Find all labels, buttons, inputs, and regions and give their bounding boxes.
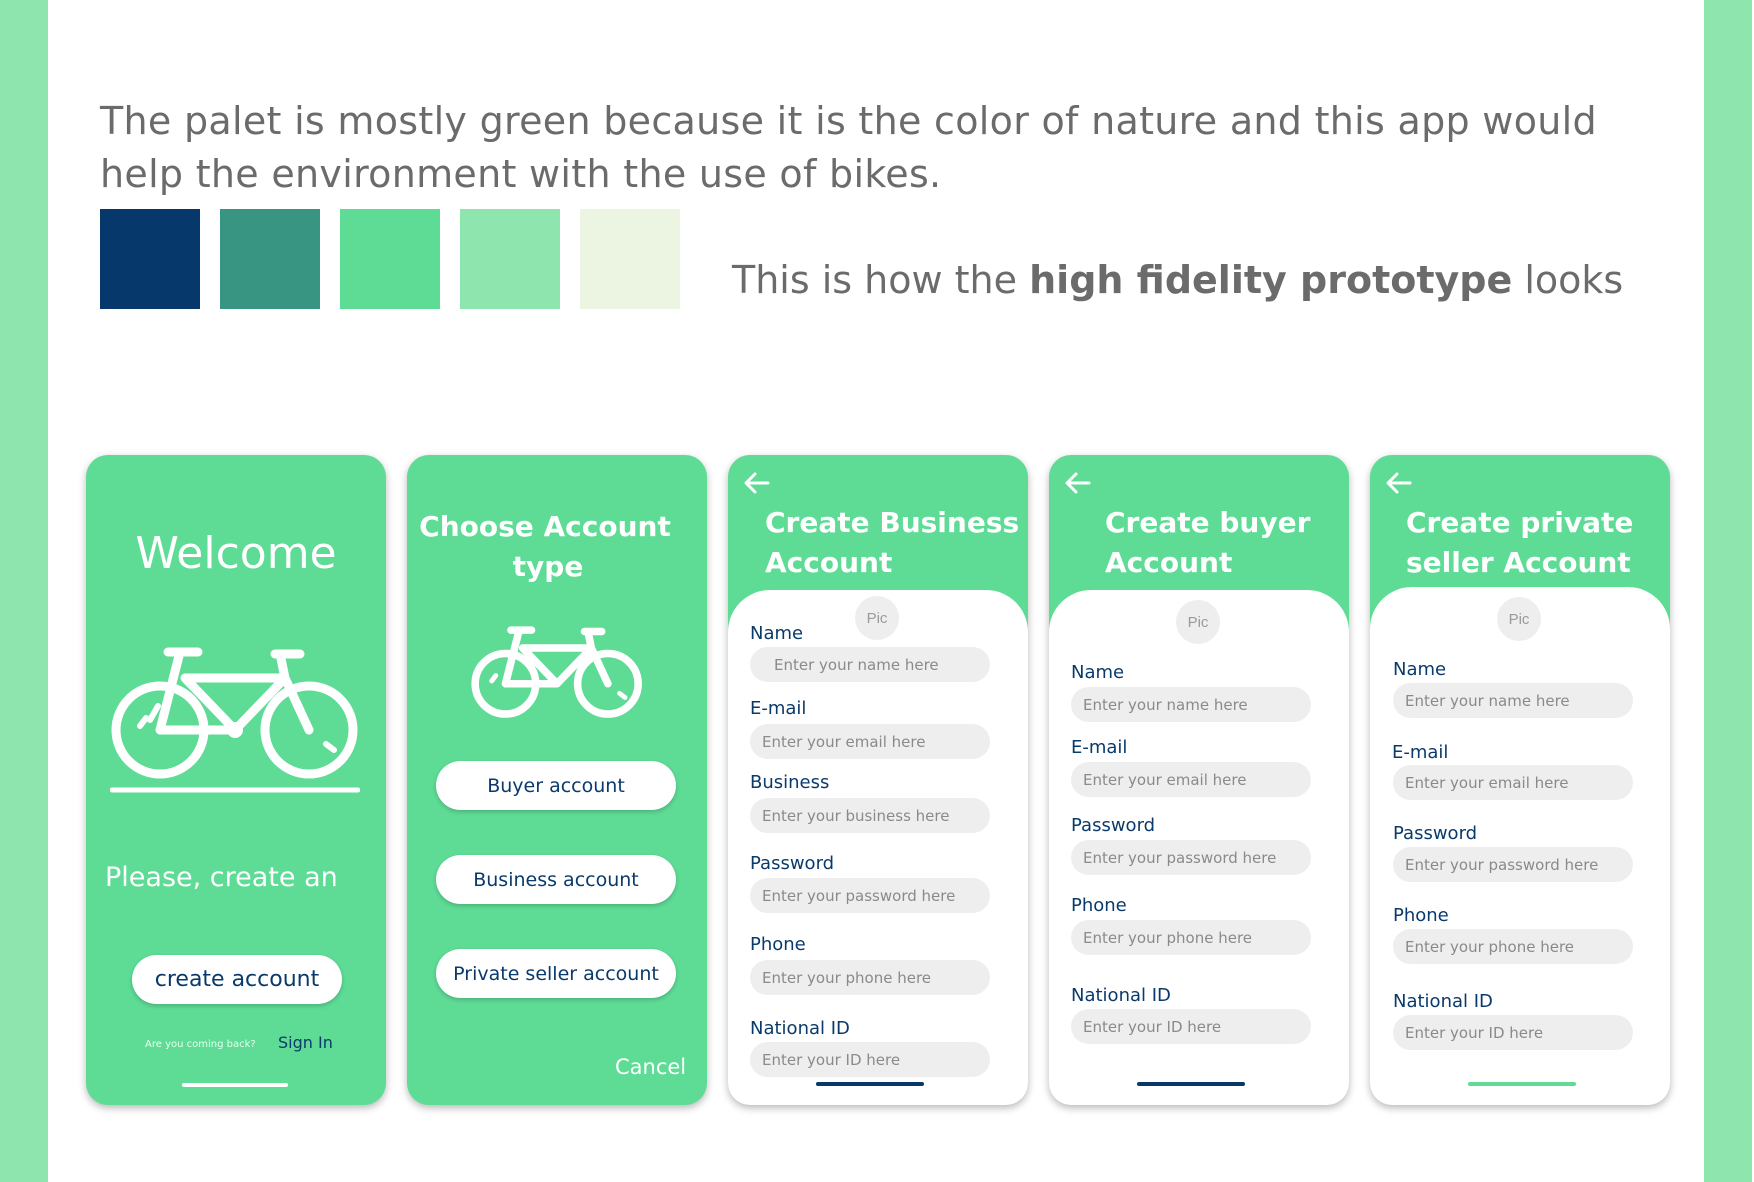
national-id-field[interactable] [1071,1009,1311,1044]
phone-field[interactable] [1393,929,1633,964]
business-form-title: Create Business Account [765,503,1019,583]
caption-start: This is how the [732,258,1030,302]
welcome-subtitle: Please, create an [105,862,338,893]
palette-swatch-1 [100,209,200,309]
email-label: E-mail [1392,742,1449,763]
phone-field[interactable] [1071,920,1311,955]
intro-text: The palet is mostly green because it is … [100,99,1597,196]
welcome-screen: Welcome Please, create an create account… [86,455,386,1105]
caption-bold: high fidelity prototype [1029,258,1513,302]
right-accent-bar [1704,0,1752,1182]
phone-field[interactable] [750,960,990,995]
bicycle-icon [110,647,360,793]
bicycle-icon [471,626,642,718]
seller-form-title: Create private seller Account [1406,503,1633,583]
left-accent-bar [0,0,48,1182]
name-field[interactable] [1071,687,1311,722]
national-id-field[interactable] [750,1042,990,1077]
palette-swatch-3 [340,209,440,309]
choose-title-line2: type [512,550,584,583]
name-field[interactable] [1393,683,1633,718]
buyer-form-card: Pic Name E-mail Password Phone National … [1049,590,1349,1105]
national-id-label: National ID [750,1018,850,1039]
create-seller-screen: Create private seller Account Pic Name E… [1370,455,1670,1105]
buyer-title-line1: Create buyer [1105,506,1311,539]
password-field[interactable] [750,878,990,913]
home-indicator [1137,1082,1245,1086]
password-label: Password [1071,815,1156,836]
prototype-caption: This is how the high fidelity prototype … [732,258,1623,302]
phone-label: Phone [1071,895,1127,916]
buyer-form-title: Create buyer Account [1105,503,1310,583]
profile-pic-placeholder[interactable]: Pic [855,596,899,640]
private-seller-account-button[interactable]: Private seller account [436,949,676,998]
palette-swatch-5 [580,209,680,309]
create-business-screen: Create Business Account Pic Name E-mail … [728,455,1028,1105]
seller-title-line1: Create private [1406,506,1634,539]
password-field[interactable] [1071,840,1311,875]
create-buyer-screen: Create buyer Account Pic Name E-mail Pas… [1049,455,1349,1105]
home-indicator [182,1083,288,1087]
name-label: Name [750,623,804,644]
business-form-card: Pic Name E-mail Business Password Phone … [728,590,1028,1105]
palette-swatch-4 [460,209,560,309]
business-title-line2: Account [765,546,893,579]
email-field[interactable] [1393,765,1633,800]
email-field[interactable] [750,724,990,759]
business-title-line1: Create Business [765,506,1020,539]
name-label: Name [1393,659,1447,680]
coming-back-text: Are you coming back? [145,1039,256,1050]
email-field[interactable] [1071,762,1311,797]
create-account-button[interactable]: create account [132,955,342,1004]
email-label: E-mail [1071,737,1128,758]
choose-title-line1: Choose Account [419,510,671,543]
cancel-button[interactable]: Cancel [615,1055,686,1079]
business-field[interactable] [750,798,990,833]
choose-title: Choose Account type [407,507,683,587]
buyer-title-line2: Account [1105,546,1233,579]
back-arrow-icon[interactable] [1063,469,1093,497]
home-indicator [816,1082,924,1086]
national-id-label: National ID [1393,991,1493,1012]
profile-pic-placeholder[interactable]: Pic [1497,597,1541,641]
phone-label: Phone [750,934,806,955]
business-label: Business [750,772,830,793]
sign-in-link[interactable]: Sign In [278,1033,333,1052]
email-label: E-mail [750,698,807,719]
back-arrow-icon[interactable] [742,469,772,497]
phone-label: Phone [1393,905,1449,926]
welcome-title: Welcome [135,528,337,579]
seller-form-card: Pic Name E-mail Password Phone National … [1370,587,1670,1105]
home-indicator [1468,1082,1576,1086]
national-id-label: National ID [1071,985,1171,1006]
national-id-field[interactable] [1393,1015,1633,1050]
profile-pic-placeholder[interactable]: Pic [1176,600,1220,644]
name-label: Name [1071,662,1125,683]
palette-swatch-2 [220,209,320,309]
password-label: Password [750,853,835,874]
password-label: Password [1393,823,1478,844]
buyer-account-button[interactable]: Buyer account [436,761,676,810]
back-arrow-icon[interactable] [1384,469,1414,497]
business-account-button[interactable]: Business account [436,855,676,904]
choose-account-screen: Choose Account type Buyer account Busine… [407,455,707,1105]
password-field[interactable] [1393,847,1633,882]
caption-end: looks [1512,258,1624,302]
name-field[interactable] [750,647,990,682]
seller-title-line2: seller Account [1406,546,1631,579]
